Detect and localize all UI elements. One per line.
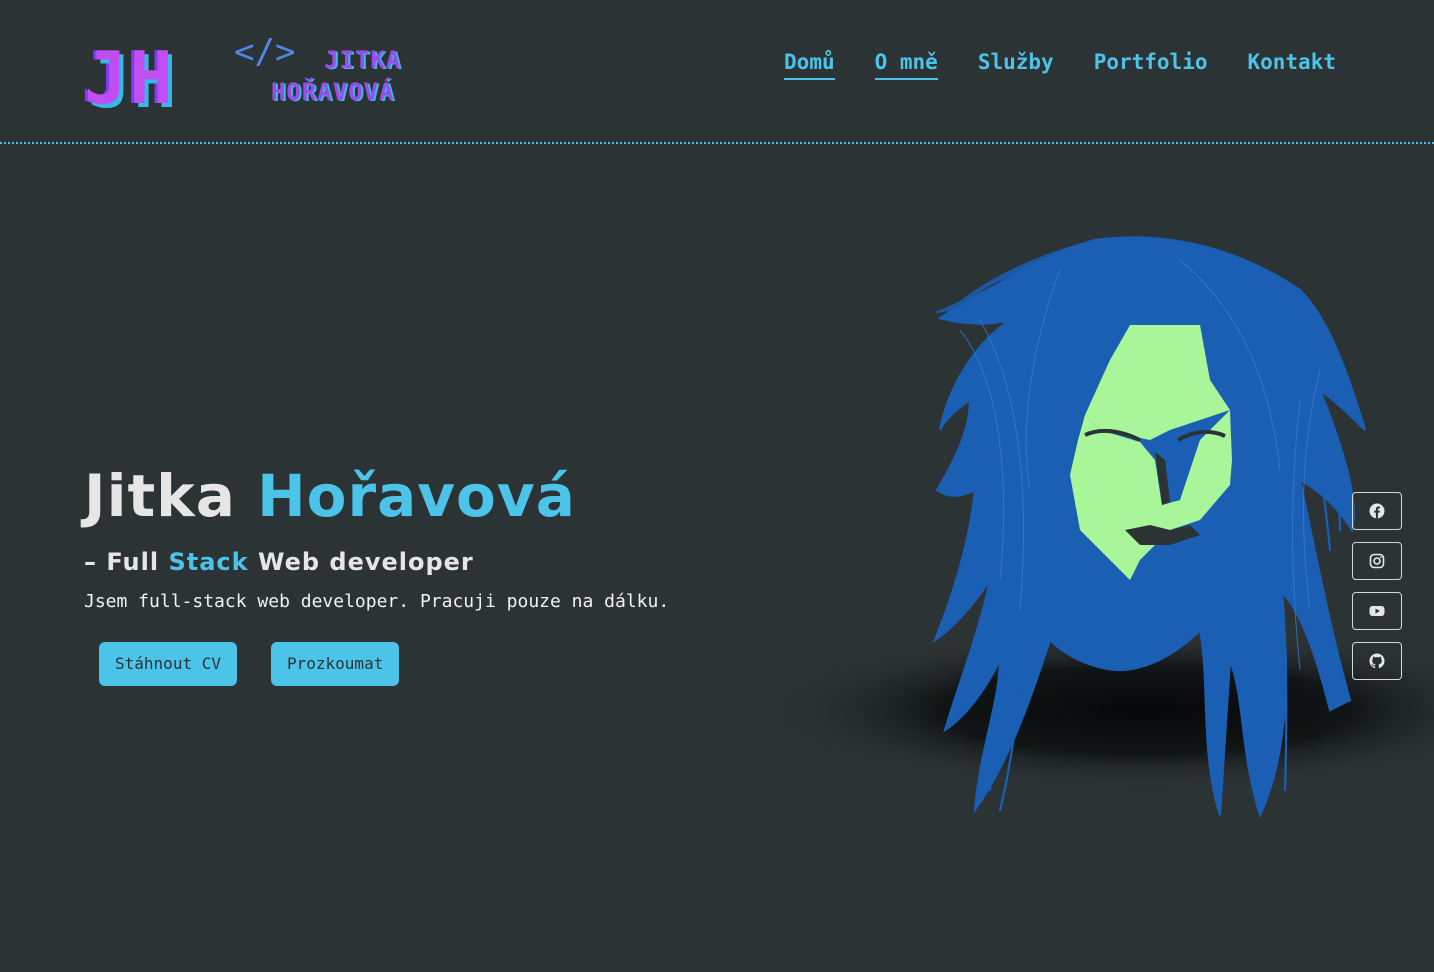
hero-title: Jitka Hořavová: [84, 458, 576, 534]
nav-link-about[interactable]: O mně: [874, 46, 938, 80]
nav-link-home[interactable]: Domů: [784, 46, 835, 80]
explore-button[interactable]: Prozkoumat: [271, 642, 399, 686]
hero-first-name: Jitka: [84, 462, 236, 530]
page: JH </> JITKA HOŘAVOVÁ Domů O mně Služby …: [0, 0, 1434, 972]
logo-name-line2: HOŘAVOVÁ: [270, 78, 395, 106]
social-instagram-button[interactable]: [1352, 542, 1402, 580]
youtube-icon: [1369, 606, 1385, 616]
social-github-button[interactable]: [1352, 642, 1402, 680]
instagram-icon: [1369, 553, 1385, 569]
nav-link-services[interactable]: Služby: [978, 46, 1054, 80]
hero-subtitle: – Full Stack Web developer: [84, 544, 474, 580]
subtitle-suffix: Web developer: [257, 548, 474, 576]
nav-link-portfolio[interactable]: Portfolio: [1094, 46, 1208, 80]
logo[interactable]: JH </> JITKA HOŘAVOVÁ: [84, 34, 429, 120]
portrait-illustration: [765, 236, 1434, 819]
social-youtube-button[interactable]: [1352, 592, 1402, 630]
social-links: [1352, 492, 1402, 680]
nav-link-contact[interactable]: Kontakt: [1247, 46, 1336, 80]
subtitle-prefix: – Full: [84, 548, 160, 576]
hero-last-name: Hořavová: [257, 462, 576, 530]
hero-description: Jsem full-stack web developer. Pracuji p…: [84, 591, 670, 612]
logo-initials: JH: [84, 36, 175, 120]
social-facebook-button[interactable]: [1352, 492, 1402, 530]
main-nav: Domů O mně Služby Portfolio Kontakt: [784, 46, 1336, 80]
subtitle-accent: Stack: [168, 548, 249, 576]
download-cv-button[interactable]: Stáhnout CV: [99, 642, 237, 686]
facebook-icon: [1369, 503, 1385, 519]
logo-name-line1: JITKA: [324, 46, 402, 74]
site-header: JH </> JITKA HOŘAVOVÁ Domů O mně Služby …: [0, 0, 1434, 144]
logo-name: JITKA HOŘAVOVÁ: [264, 44, 401, 108]
github-icon: [1369, 653, 1385, 669]
